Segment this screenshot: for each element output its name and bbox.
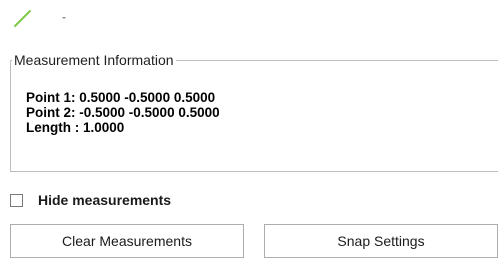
point2-text: Point 2: -0.5000 -0.5000 0.5000 (26, 105, 220, 120)
hide-measurements-label: Hide measurements (38, 192, 172, 208)
length-text: Length : 1.0000 (26, 120, 125, 135)
measurement-info-title: Measurement Information (12, 51, 176, 69)
hide-measurements-checkbox[interactable] (10, 193, 23, 207)
chevron-down-icon[interactable] (54, 4, 74, 32)
line-measure-icon[interactable] (8, 4, 38, 32)
toolbar (8, 4, 74, 32)
measurement-info-content: Point 1: 0.5000 -0.5000 0.5000 Point 2: … (26, 90, 220, 135)
clear-measurements-button[interactable]: Clear Measurements (10, 224, 244, 258)
snap-settings-button[interactable]: Snap Settings (264, 224, 498, 258)
hide-measurements-row[interactable]: Hide measurements (10, 191, 171, 209)
point1-text: Point 1: 0.5000 -0.5000 0.5000 (26, 90, 216, 105)
